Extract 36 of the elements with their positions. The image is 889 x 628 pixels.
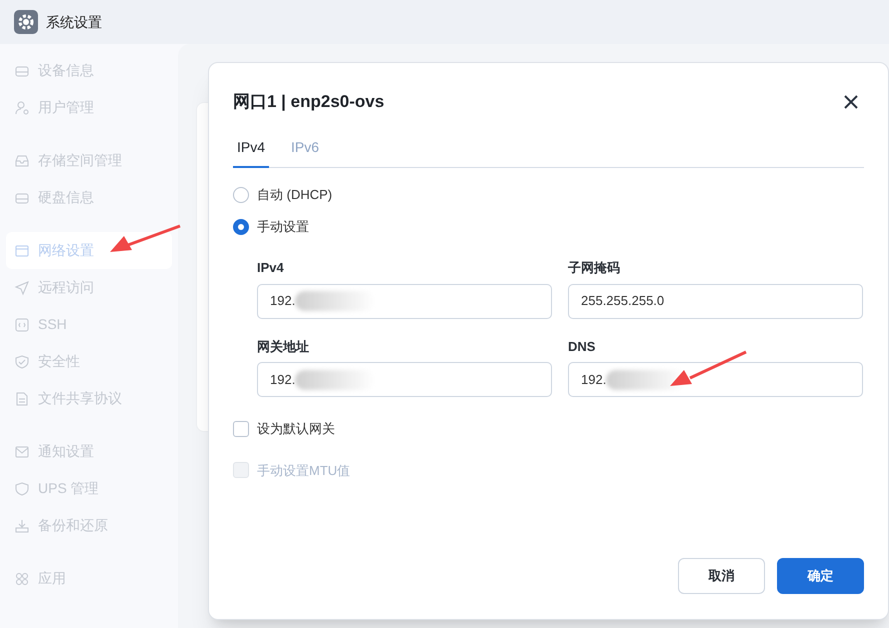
gear-icon (14, 10, 38, 34)
confirm-button[interactable]: 确定 (777, 558, 864, 594)
checkbox-label: 手动设置MTU值 (257, 462, 350, 480)
field-label: DNS (568, 338, 596, 356)
field-label: 子网掩码 (568, 259, 621, 277)
sidebar-item-icon (14, 480, 30, 496)
sidebar-item-icon (14, 354, 30, 370)
checkbox-label: 设为默认网关 (257, 420, 335, 438)
input-field[interactable]: 192. (257, 284, 552, 318)
sidebar-item[interactable]: 网络设置 (6, 232, 172, 269)
dialog-title: 网口1 | enp2s0-ovs (233, 91, 384, 114)
sidebar-item-icon (14, 570, 30, 586)
sidebar-item-icon (14, 518, 30, 534)
window-title: 系统设置 (46, 12, 102, 32)
radio-label: 自动 (DHCP) (257, 186, 332, 204)
arrow-annotation (110, 224, 181, 252)
sidebar-item-icon (14, 316, 30, 332)
field-label: IPv4 (257, 259, 285, 277)
sidebar-item-icon (14, 444, 30, 460)
close-icon[interactable] (844, 95, 858, 109)
sidebar-item-icon (14, 390, 30, 406)
input-field[interactable]: 192. (257, 362, 552, 397)
sidebar-item-icon (14, 100, 30, 116)
sidebar-item-icon (14, 152, 30, 168)
cancel-button[interactable]: 取消 (678, 558, 765, 594)
checkbox[interactable] (233, 420, 249, 437)
input-field[interactable]: 255.255.255.0 (568, 284, 863, 318)
field-label: 网关地址 (257, 338, 310, 356)
radio-label: 手动设置 (257, 218, 309, 236)
sidebar-item-icon (14, 280, 30, 296)
radio-button[interactable] (233, 219, 249, 235)
input-field[interactable]: 192. (568, 362, 863, 397)
tab[interactable]: IPv6 (287, 137, 324, 168)
tab[interactable]: IPv4 (233, 137, 270, 168)
radio-button[interactable] (233, 187, 249, 203)
sidebar-item-icon (14, 242, 30, 258)
